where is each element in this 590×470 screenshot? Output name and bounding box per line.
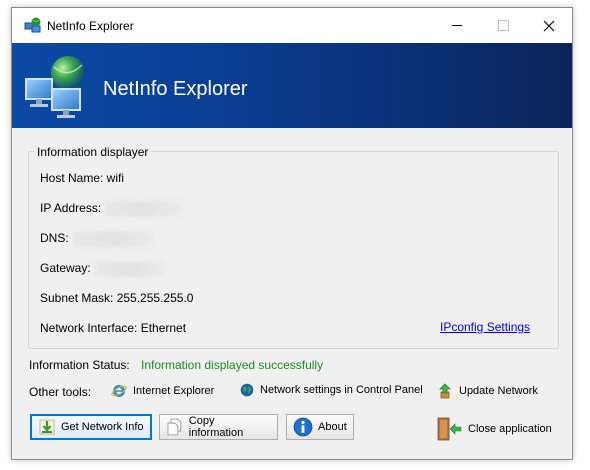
maximize-button[interactable] — [480, 8, 526, 43]
internet-explorer-tool[interactable]: Internet Explorer — [111, 383, 214, 399]
close-application-button[interactable]: Close application — [436, 417, 552, 441]
exit-door-icon — [437, 417, 462, 441]
get-network-info-label: Get Network Info — [61, 421, 144, 433]
host-name-row: Host Name: wifi — [40, 171, 125, 185]
download-arrow-icon — [39, 419, 55, 435]
network-interface-row: Network Interface: Ethernet — [40, 321, 187, 335]
about-label: About — [318, 421, 347, 433]
update-icon — [439, 383, 451, 399]
minimize-icon — [452, 25, 462, 26]
copy-information-button[interactable]: Copy information — [159, 414, 278, 440]
banner-title: NetInfo Explorer — [103, 78, 248, 100]
internet-explorer-icon — [111, 385, 127, 397]
network-settings-label: Network settings in Control Panel — [260, 384, 423, 396]
get-network-info-button[interactable]: Get Network Info — [30, 414, 152, 440]
network-computers-icon — [25, 56, 85, 118]
update-network-tool[interactable]: Update Network — [437, 383, 538, 399]
about-button[interactable]: About — [286, 414, 354, 440]
groupbox-label: Information displayer — [34, 145, 152, 159]
copy-information-label: Copy information — [188, 415, 244, 439]
info-icon — [293, 417, 313, 437]
title-bar[interactable]: NetInfo Explorer — [12, 8, 572, 43]
ip-address-label: IP Address: — [40, 201, 102, 216]
window-title: NetInfo Explorer — [47, 19, 134, 33]
dns-row: DNS: — [40, 231, 153, 247]
status-value: Information displayed successfully — [141, 358, 324, 372]
dns-value-redacted — [72, 231, 153, 247]
other-tools-label: Other tools: — [29, 385, 92, 399]
gateway-row: Gateway: — [40, 261, 165, 277]
app-window: NetInfo Explorer NetInfo Explorer Inform… — [11, 7, 573, 460]
ipconfig-settings-link[interactable]: IPconfig Settings — [440, 320, 530, 334]
network-app-icon — [24, 17, 41, 33]
network-settings-tool[interactable]: Network settings in Control Panel — [240, 383, 423, 397]
ip-address-value-redacted — [105, 201, 184, 217]
maximize-icon — [497, 20, 509, 31]
header-banner: NetInfo Explorer — [12, 43, 572, 128]
ip-address-row: IP Address: — [40, 201, 184, 217]
close-window-button[interactable] — [526, 8, 572, 43]
gateway-label: Gateway: — [40, 261, 91, 276]
dns-label: DNS: — [40, 231, 69, 246]
status-label: Information Status: — [29, 358, 130, 372]
internet-explorer-label: Internet Explorer — [133, 385, 215, 397]
close-icon — [543, 20, 555, 31]
subnet-mask-row: Subnet Mask: 255.255.255.0 — [40, 291, 194, 305]
globe-icon — [240, 383, 254, 397]
close-application-label: Close application — [468, 423, 552, 435]
minimize-button[interactable] — [434, 8, 480, 43]
update-network-label: Update Network — [459, 385, 538, 397]
gateway-value-redacted — [94, 261, 165, 277]
copy-document-icon — [167, 418, 182, 436]
